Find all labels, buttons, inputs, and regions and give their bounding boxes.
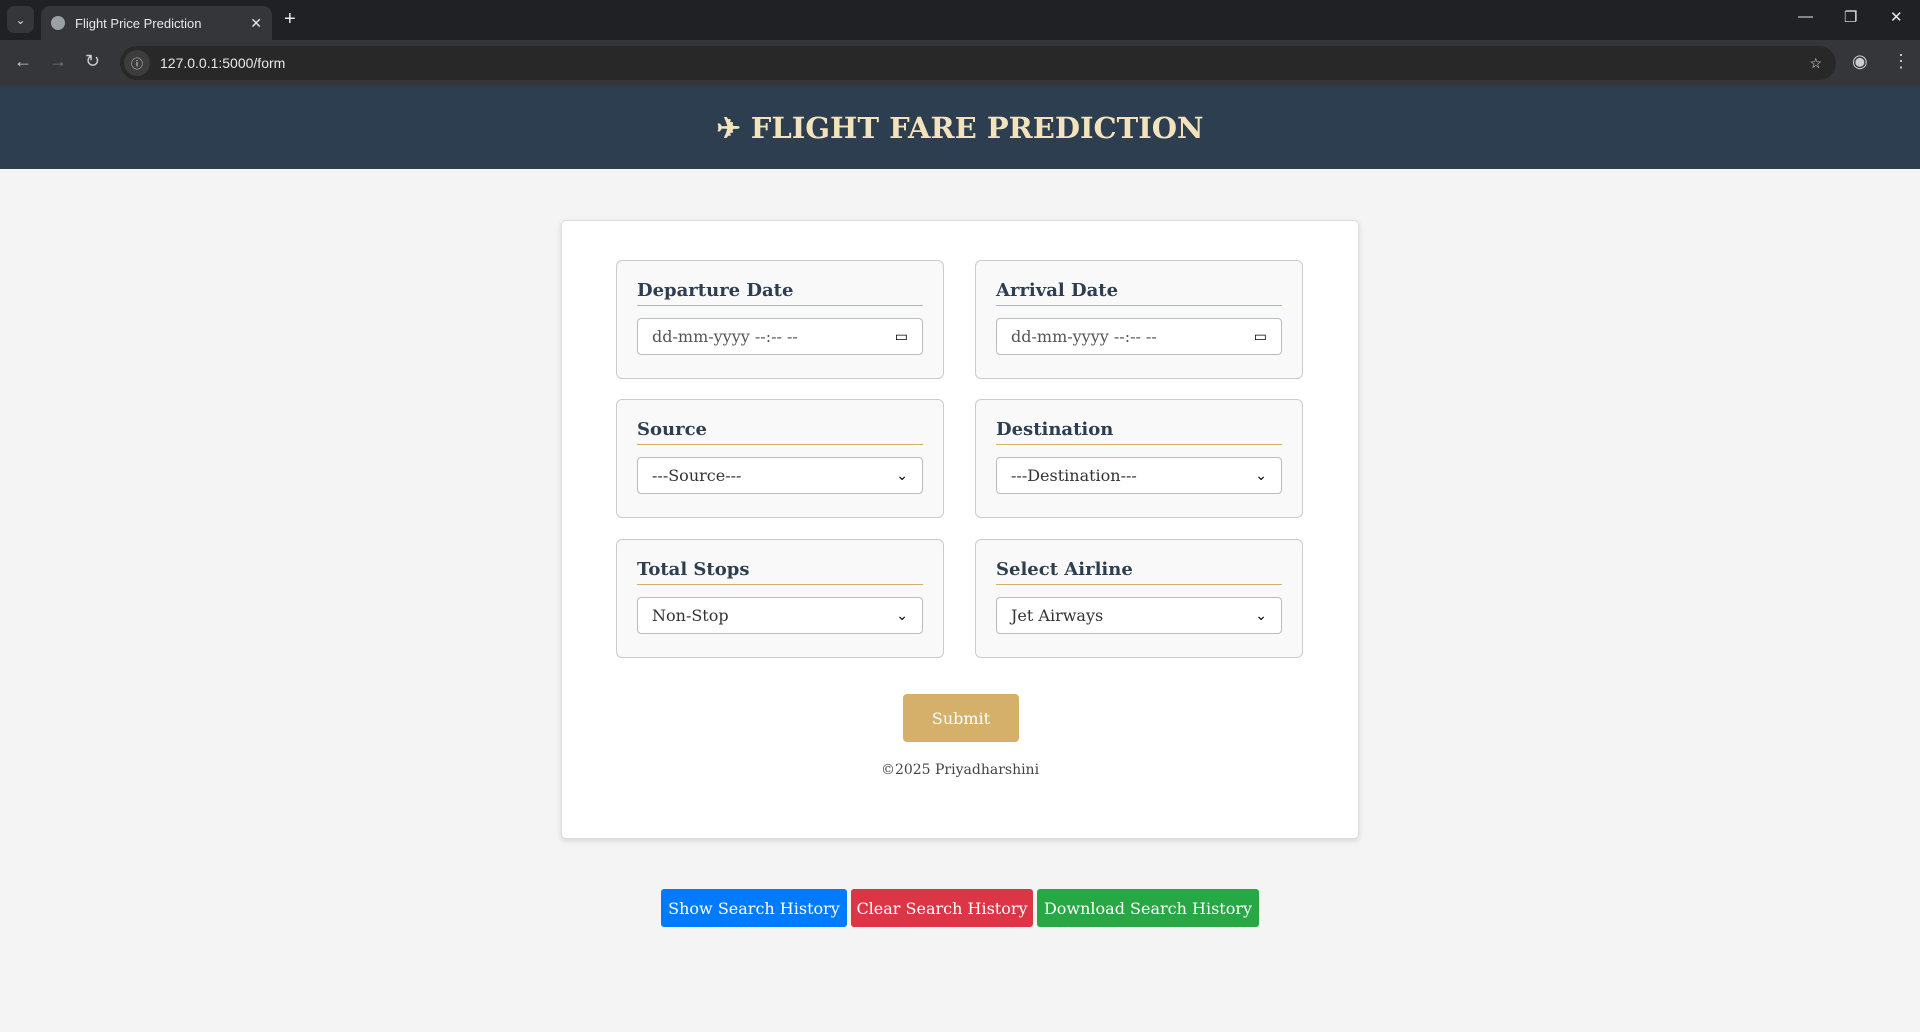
destination-value: ---Destination--- — [1011, 466, 1137, 485]
browser-toolbar: ← → ↻ ⓘ 127.0.0.1:5000/form ☆ ◉ ⋮ — [0, 40, 1920, 86]
flight-form: Departure Date dd-mm-yyyy --:-- -- ▭ Arri… — [561, 220, 1359, 839]
page-title: FLIGHT FARE PREDICTION — [750, 110, 1204, 145]
chevron-down-icon: ⌄ — [896, 607, 908, 624]
chevron-down-icon: ⌄ — [896, 467, 908, 484]
stops-select[interactable]: Non-Stop ⌄ — [637, 597, 923, 634]
copyright-footer: ©2025 Priyadharshini — [880, 762, 1040, 778]
source-value: ---Source--- — [652, 466, 742, 485]
arrival-fieldset: Arrival Date dd-mm-yyyy --:-- -- ▭ — [975, 260, 1303, 379]
chevron-down-icon: ⌄ — [1255, 467, 1267, 484]
source-select[interactable]: ---Source--- ⌄ — [637, 457, 923, 494]
submit-button[interactable]: Submit — [903, 694, 1019, 742]
destination-fieldset: Destination ---Destination--- ⌄ — [975, 399, 1303, 518]
arrival-placeholder: dd-mm-yyyy --:-- -- — [1011, 327, 1157, 346]
browser-tab[interactable]: Flight Price Prediction ✕ — [41, 6, 272, 40]
page-header: ✈ FLIGHT FARE PREDICTION — [0, 86, 1920, 169]
show-search-history-button[interactable]: Show Search History — [661, 889, 847, 927]
stops-fieldset: Total Stops Non-Stop ⌄ — [616, 539, 944, 658]
forward-icon[interactable]: → — [49, 51, 67, 72]
back-icon[interactable]: ← — [14, 51, 32, 72]
stops-label: Total Stops — [637, 559, 923, 585]
site-info-icon[interactable]: ⓘ — [124, 50, 150, 76]
menu-icon[interactable]: ⋮ — [1892, 51, 1910, 72]
source-fieldset: Source ---Source--- ⌄ — [616, 399, 944, 518]
departure-fieldset: Departure Date dd-mm-yyyy --:-- -- ▭ — [616, 260, 944, 379]
url-text[interactable]: 127.0.0.1:5000/form — [160, 55, 285, 71]
chevron-down-icon: ⌄ — [1255, 607, 1267, 624]
arrival-label: Arrival Date — [996, 280, 1282, 306]
arrival-date-input[interactable]: dd-mm-yyyy --:-- -- ▭ — [996, 318, 1282, 355]
restore-icon[interactable]: ❐ — [1844, 8, 1857, 26]
new-tab-button[interactable]: + — [284, 8, 296, 31]
tab-title: Flight Price Prediction — [75, 15, 202, 31]
destination-label: Destination — [996, 419, 1282, 445]
destination-select[interactable]: ---Destination--- ⌄ — [996, 457, 1282, 494]
departure-date-input[interactable]: dd-mm-yyyy --:-- -- ▭ — [637, 318, 923, 355]
profile-icon[interactable]: ◉ — [1852, 51, 1868, 72]
address-bar[interactable]: ⓘ 127.0.0.1:5000/form ☆ — [120, 46, 1836, 80]
minimize-icon[interactable]: — — [1798, 8, 1813, 25]
airline-label: Select Airline — [996, 559, 1282, 585]
tab-search-button[interactable]: ⌄ — [7, 6, 34, 33]
close-tab-icon[interactable]: ✕ — [250, 15, 262, 32]
globe-icon — [51, 16, 65, 30]
bookmark-star-icon[interactable]: ☆ — [1809, 55, 1822, 72]
departure-label: Departure Date — [637, 280, 923, 306]
close-window-icon[interactable]: ✕ — [1890, 8, 1903, 26]
airline-fieldset: Select Airline Jet Airways ⌄ — [975, 539, 1303, 658]
source-label: Source — [637, 419, 923, 445]
stops-value: Non-Stop — [652, 606, 729, 625]
reload-icon[interactable]: ↻ — [85, 51, 100, 72]
calendar-icon[interactable]: ▭ — [895, 329, 908, 345]
clear-search-history-button[interactable]: Clear Search History — [851, 889, 1033, 927]
browser-tab-bar: ⌄ Flight Price Prediction ✕ + — ❐ ✕ — [0, 0, 1920, 40]
calendar-icon[interactable]: ▭ — [1254, 329, 1267, 345]
airplane-icon: ✈ — [716, 110, 741, 145]
airline-select[interactable]: Jet Airways ⌄ — [996, 597, 1282, 634]
download-search-history-button[interactable]: Download Search History — [1037, 889, 1259, 927]
departure-placeholder: dd-mm-yyyy --:-- -- — [652, 327, 798, 346]
airline-value: Jet Airways — [1011, 606, 1104, 625]
